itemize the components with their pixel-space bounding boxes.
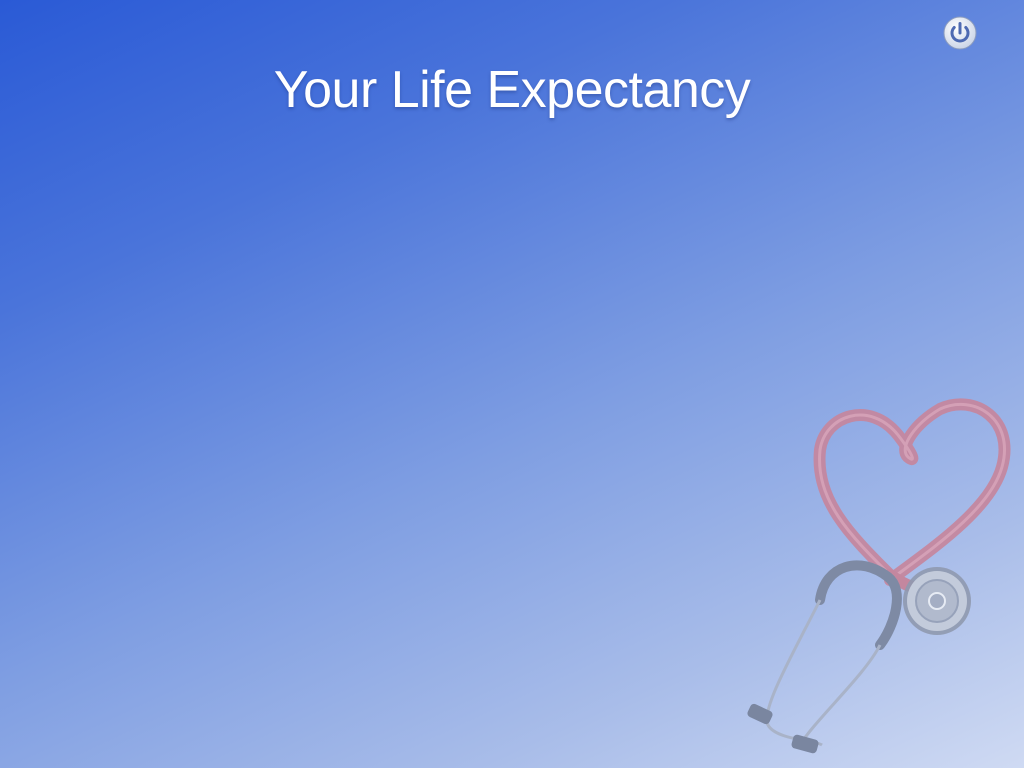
stethoscope-heart-image <box>740 395 1024 768</box>
page-title: Your Life Expectancy <box>273 61 751 119</box>
stethoscope-heart-icon <box>740 395 1024 768</box>
power-button[interactable] <box>942 15 978 51</box>
app-screen: Your Life Expectancy <box>0 0 1024 768</box>
power-icon <box>942 15 978 51</box>
